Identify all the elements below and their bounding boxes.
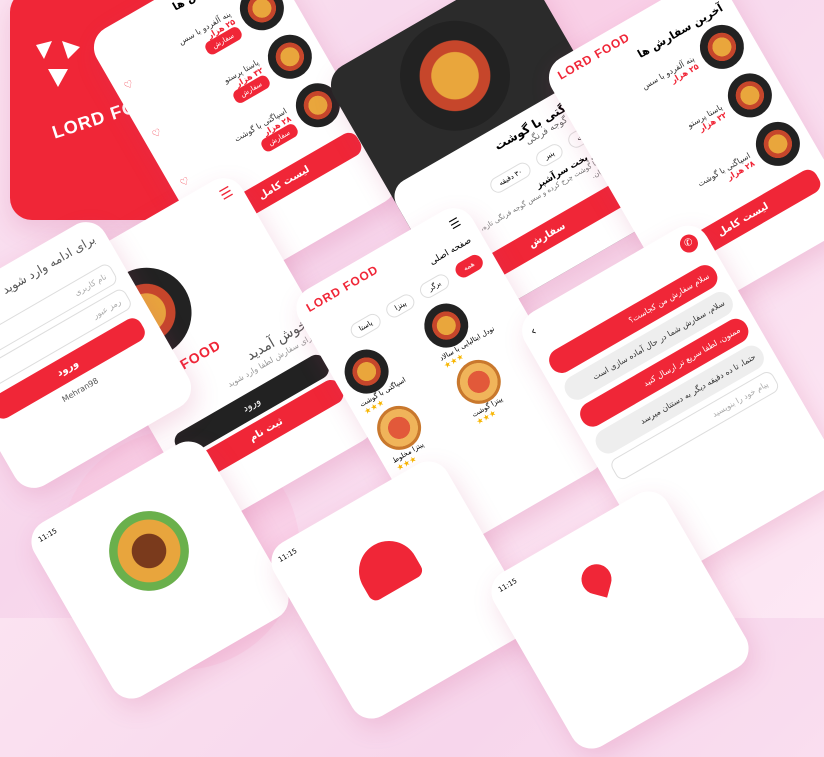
- heart-icon[interactable]: ♡: [150, 127, 163, 141]
- back-icon[interactable]: ‹: [528, 324, 541, 342]
- phone-icon[interactable]: ✆: [676, 231, 702, 256]
- tag-chip: پنیر: [533, 141, 566, 170]
- heart-icon[interactable]: ♡: [178, 175, 191, 189]
- delivery-illustration: [348, 529, 425, 604]
- food-image: [747, 113, 808, 174]
- logo-icon: [28, 35, 88, 95]
- menu-icon[interactable]: ☰: [447, 215, 463, 233]
- location-pin-icon: [578, 560, 615, 598]
- heart-icon[interactable]: ♡: [122, 78, 135, 92]
- menu-icon[interactable]: ☰: [217, 184, 236, 204]
